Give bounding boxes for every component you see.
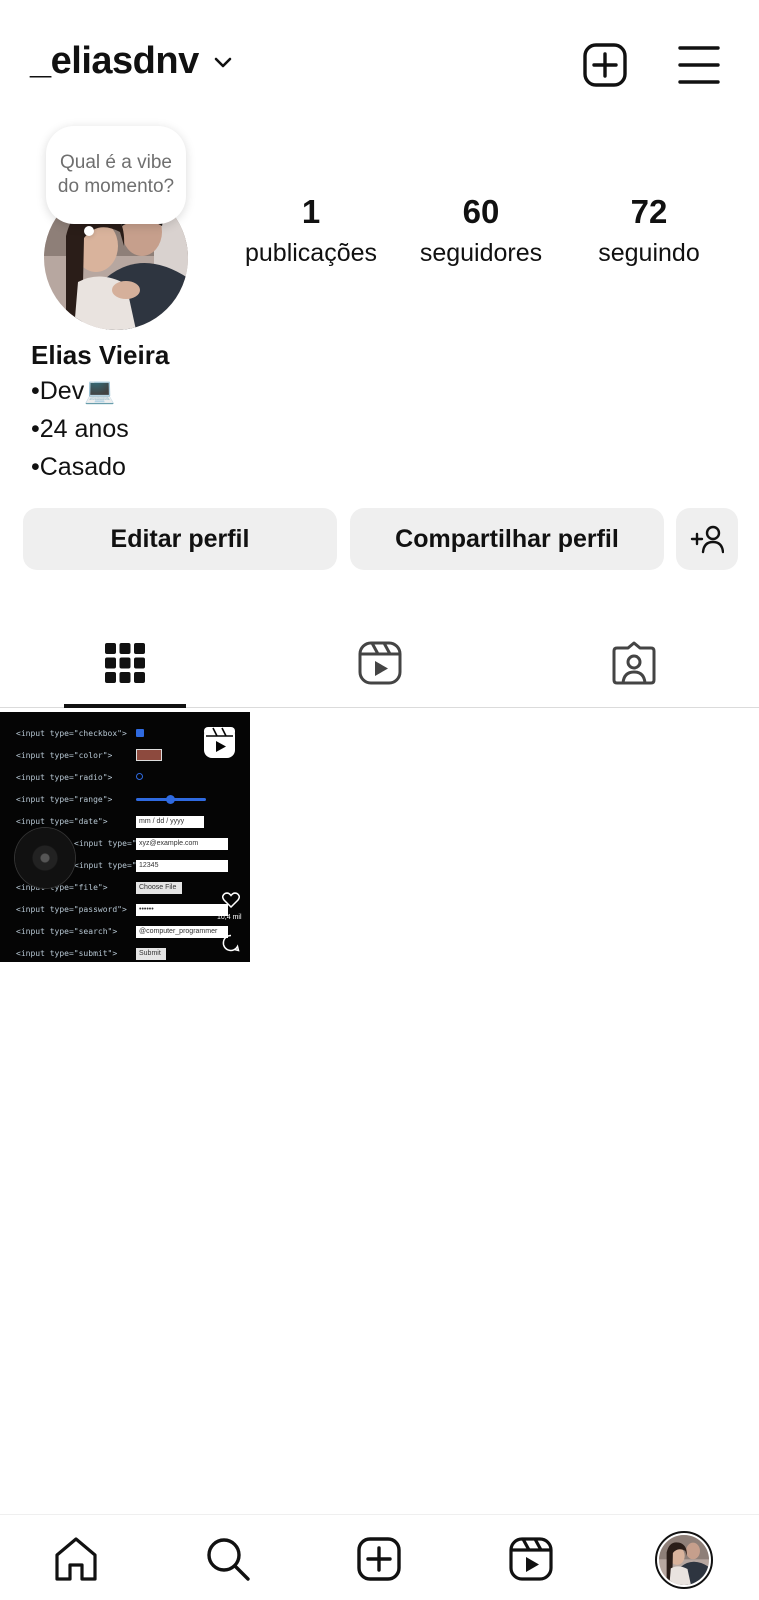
add-person-icon — [690, 525, 724, 554]
stat-following[interactable]: 72 seguindo — [564, 192, 734, 270]
reels-icon[interactable] — [357, 640, 403, 686]
demo-date: mm / dd / yyyy — [136, 816, 204, 828]
account-switcher[interactable]: _eliasdnv — [30, 40, 235, 83]
stat-followers[interactable]: 60 seguidores — [396, 192, 566, 270]
share-profile-button[interactable]: Compartilhar perfil — [350, 508, 664, 570]
heart-icon — [222, 892, 240, 908]
demo-color — [136, 749, 162, 761]
create-icon[interactable] — [355, 1535, 403, 1583]
audio-disc-icon — [15, 828, 75, 888]
edit-profile-button[interactable]: Editar perfil — [23, 508, 337, 570]
demo-password: •••••• — [136, 904, 228, 916]
code-line: <input type="submit"> — [16, 949, 118, 958]
code-line: <input type="range"> — [16, 795, 113, 804]
chevron-down-icon — [214, 57, 232, 67]
stat-following-value: 72 — [630, 193, 668, 230]
home-icon[interactable] — [52, 1535, 100, 1583]
profile-tabs — [0, 620, 759, 708]
demo-file: Choose File — [136, 882, 182, 894]
stat-followers-label: seguidores — [419, 239, 543, 267]
profile-header: _eliasdnv — [0, 0, 759, 130]
note-tail — [84, 226, 94, 236]
username-label: _eliasdnv — [30, 40, 199, 82]
profile-tab-avatar[interactable] — [655, 1531, 713, 1589]
bio-line: •Casado — [31, 453, 126, 481]
code-line: <input type="color"> — [16, 751, 113, 760]
discover-people-button[interactable] — [676, 508, 738, 570]
stat-followers-value: 60 — [462, 193, 500, 230]
reel-badge-icon — [204, 727, 235, 758]
code-line: <input type="radio"> — [16, 773, 113, 782]
comment-icon — [222, 934, 240, 952]
grid-icon[interactable] — [102, 640, 148, 686]
bottom-navigation — [0, 1514, 759, 1600]
note-bubble[interactable]: Qual é a vibe do momento? — [46, 126, 186, 224]
search-icon[interactable] — [204, 1535, 252, 1583]
bio-line: •24 anos — [31, 415, 129, 443]
active-tab-indicator — [64, 704, 186, 708]
avatar-photo — [659, 1535, 709, 1585]
code-line: <input type="password"> — [16, 905, 127, 914]
note-text: Qual é a vibe do momento? — [57, 152, 175, 197]
demo-checkbox — [136, 729, 144, 737]
post-thumbnail[interactable]: <input type="checkbox"> <input type="col… — [0, 712, 250, 962]
stat-following-label: seguindo — [598, 239, 700, 267]
demo-submit: Submit — [136, 948, 166, 960]
stat-posts-value: 1 — [301, 193, 321, 230]
code-line: <input type="date"> — [16, 817, 108, 826]
code-line: <input type="search"> — [16, 927, 118, 936]
demo-range-thumb — [166, 795, 175, 804]
menu-icon[interactable] — [676, 42, 722, 88]
demo-radio — [136, 773, 143, 780]
likes-count: 10,4 mil — [217, 914, 242, 921]
tagged-icon[interactable] — [611, 640, 657, 686]
code-line: <input type="checkbox"> — [16, 729, 127, 738]
demo-number: 12345 — [136, 860, 228, 872]
profile-name: Elias Vieira — [31, 340, 170, 370]
bio-line: •Dev💻 — [31, 377, 116, 405]
stat-posts-label: publicações — [244, 239, 378, 267]
demo-search: @computer_programmer — [136, 926, 228, 938]
new-post-icon[interactable] — [582, 42, 628, 88]
demo-email: xyz@example.com — [136, 838, 228, 850]
reels-icon[interactable] — [507, 1535, 555, 1583]
stat-posts[interactable]: 1 publicações — [226, 192, 396, 270]
